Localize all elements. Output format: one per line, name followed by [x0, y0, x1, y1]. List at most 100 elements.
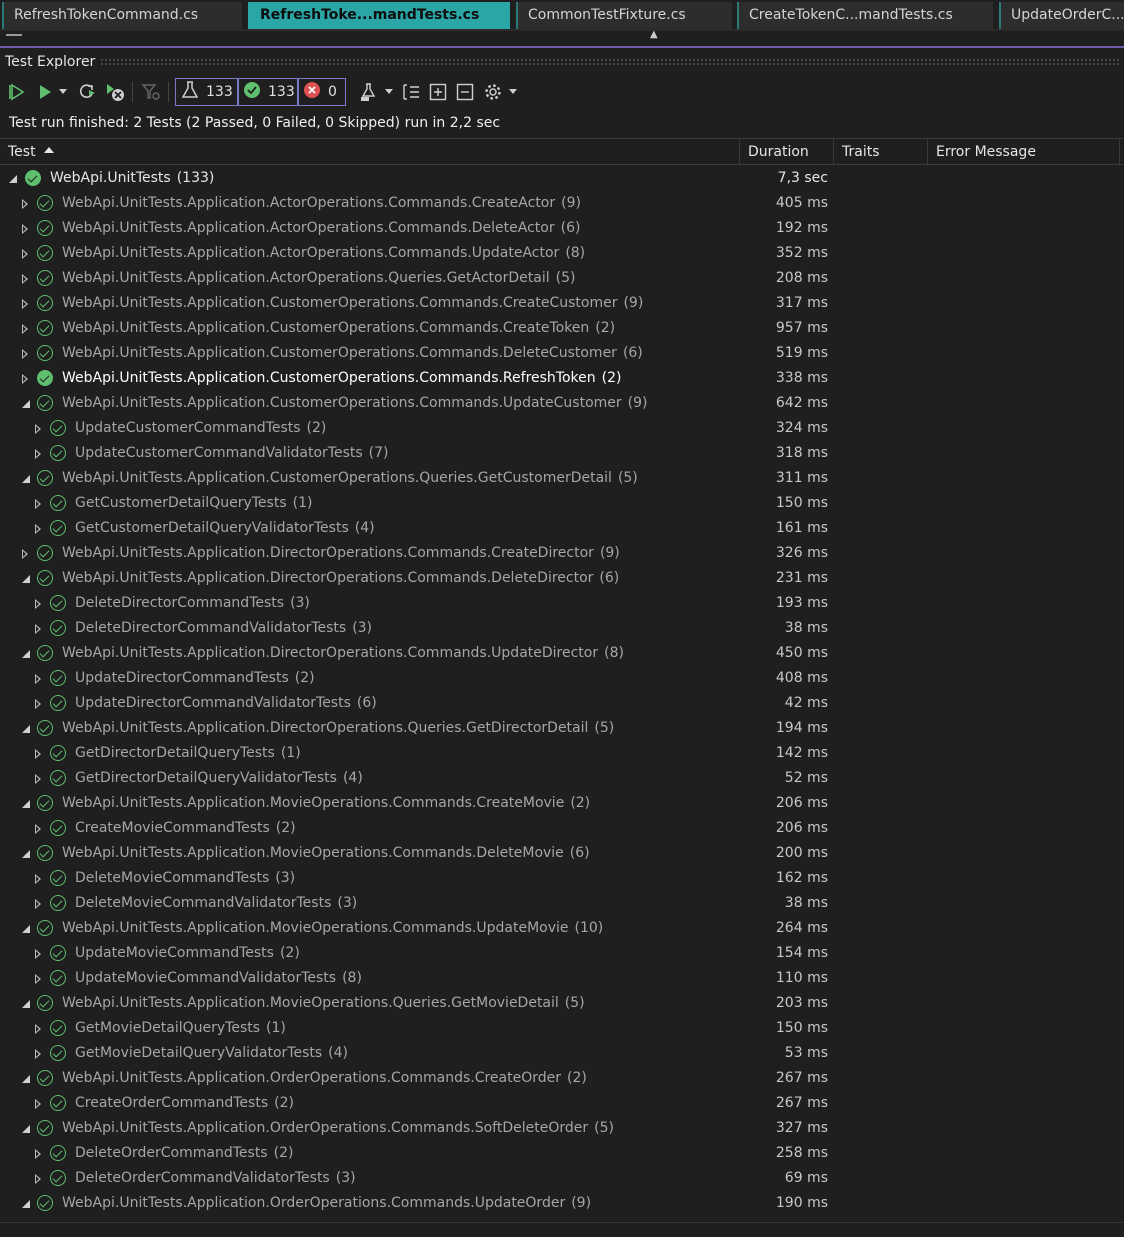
collapsed-arrow-icon[interactable] — [35, 974, 41, 984]
collapsed-arrow-icon[interactable] — [22, 324, 28, 334]
passed-tests-filter[interactable]: 133 — [237, 78, 299, 106]
collapsed-arrow-icon[interactable] — [35, 624, 41, 634]
expanded-arrow-icon[interactable] — [22, 650, 30, 658]
expanded-arrow-icon[interactable] — [22, 400, 30, 408]
expanded-arrow-icon[interactable] — [22, 1125, 30, 1133]
expanded-arrow-icon[interactable] — [22, 475, 30, 483]
test-tree-row[interactable]: DeleteDirectorCommandValidatorTests (3) 38… — [0, 616, 1124, 641]
test-tree-row[interactable]: WebApi.UnitTests.Application.CustomerOpe… — [0, 316, 1124, 341]
test-tree-row[interactable]: WebApi.UnitTests.Application.DirectorOpe… — [0, 716, 1124, 741]
test-tree-row[interactable]: WebApi.UnitTests.Application.ActorOperat… — [0, 266, 1124, 291]
test-tree-row[interactable]: WebApi.UnitTests.Application.ActorOperat… — [0, 216, 1124, 241]
collapsed-arrow-icon[interactable] — [22, 199, 28, 209]
expand-all-icon[interactable] — [427, 80, 449, 104]
test-tree-row[interactable]: UpdateMovieCommandTests (2) 154 ms — [0, 941, 1124, 966]
total-tests-filter[interactable]: 133 — [175, 78, 239, 106]
panel-drag-grip[interactable] — [100, 58, 1120, 66]
test-tree-row[interactable]: WebApi.UnitTests.Application.MovieOperat… — [0, 791, 1124, 816]
expanded-arrow-icon[interactable] — [22, 1000, 30, 1008]
dropdown-icon[interactable] — [506, 80, 520, 104]
collapsed-arrow-icon[interactable] — [35, 699, 41, 709]
test-tree-row[interactable]: WebApi.UnitTests.Application.DirectorOpe… — [0, 566, 1124, 591]
expanded-arrow-icon[interactable] — [22, 850, 30, 858]
chevron-up-icon[interactable]: ▲ — [650, 30, 664, 40]
test-tree-row[interactable]: UpdateCustomerCommandValidatorTests (7) 31… — [0, 441, 1124, 466]
collapsed-arrow-icon[interactable] — [35, 774, 41, 784]
test-tree-row[interactable]: UpdateMovieCommandValidatorTests (8) 110 m… — [0, 966, 1124, 991]
test-tree-row[interactable]: GetMovieDetailQueryTests (1) 150 ms — [0, 1016, 1124, 1041]
test-tree-row[interactable]: GetCustomerDetailQueryValidatorTests (4) 1… — [0, 516, 1124, 541]
test-tree-row[interactable]: DeleteMovieCommandTests (3) 162 ms — [0, 866, 1124, 891]
collapsed-arrow-icon[interactable] — [35, 899, 41, 909]
collapsed-arrow-icon[interactable] — [35, 674, 41, 684]
cancel-run-icon[interactable] — [104, 80, 126, 104]
test-tree-row[interactable]: DeleteDirectorCommandTests (3) 193 ms — [0, 591, 1124, 616]
test-tree-row[interactable]: WebApi.UnitTests (133) 7,3 sec — [0, 166, 1124, 191]
collapsed-arrow-icon[interactable] — [22, 299, 28, 309]
tab-refresh-token-command-tests[interactable]: RefreshToke...mandTests.cs — [248, 2, 510, 29]
test-tree-row[interactable]: WebApi.UnitTests.Application.CustomerOpe… — [0, 341, 1124, 366]
test-tree-row[interactable]: WebApi.UnitTests.Application.OrderOperat… — [0, 1066, 1124, 1091]
playlist-icon[interactable] — [358, 80, 380, 104]
collapsed-arrow-icon[interactable] — [35, 1149, 41, 1159]
collapsed-arrow-icon[interactable] — [22, 549, 28, 559]
test-tree-row[interactable]: UpdateDirectorCommandTests (2) 408 ms — [0, 666, 1124, 691]
test-tree-row[interactable]: WebApi.UnitTests.Application.OrderOperat… — [0, 1116, 1124, 1141]
collapsed-arrow-icon[interactable] — [35, 874, 41, 884]
test-tree-row[interactable]: WebApi.UnitTests.Application.MovieOperat… — [0, 841, 1124, 866]
collapsed-arrow-icon[interactable] — [35, 449, 41, 459]
collapsed-arrow-icon[interactable] — [35, 1024, 41, 1034]
column-header-error-message[interactable]: Error Message — [928, 139, 1120, 165]
collapsed-arrow-icon[interactable] — [35, 824, 41, 834]
settings-icon[interactable] — [482, 80, 504, 104]
group-by-icon[interactable] — [400, 80, 422, 104]
expanded-arrow-icon[interactable] — [22, 725, 30, 733]
collapsed-arrow-icon[interactable] — [22, 374, 28, 384]
test-tree-row[interactable]: WebApi.UnitTests.Application.CustomerOpe… — [0, 366, 1124, 391]
column-header-duration[interactable]: Duration — [740, 139, 834, 165]
expanded-arrow-icon[interactable] — [22, 1075, 30, 1083]
collapsed-arrow-icon[interactable] — [35, 599, 41, 609]
test-tree-row[interactable]: GetCustomerDetailQueryTests (1) 150 ms — [0, 491, 1124, 516]
dropdown-icon[interactable] — [382, 80, 396, 104]
collapsed-arrow-icon[interactable] — [35, 1174, 41, 1184]
expanded-arrow-icon[interactable] — [22, 575, 30, 583]
collapse-all-icon[interactable] — [454, 80, 476, 104]
expanded-arrow-icon[interactable] — [22, 800, 30, 808]
test-tree-row[interactable]: CreateMovieCommandTests (2) 206 ms — [0, 816, 1124, 841]
tab-common-test-fixture[interactable]: CommonTestFixture.cs — [516, 2, 732, 29]
run-icon[interactable] — [34, 80, 56, 104]
test-tree-row[interactable]: WebApi.UnitTests.Application.ActorOperat… — [0, 191, 1124, 216]
test-tree-row[interactable]: GetMovieDetailQueryValidatorTests (4) 53 m… — [0, 1041, 1124, 1066]
collapsed-arrow-icon[interactable] — [35, 524, 41, 534]
collapsed-arrow-icon[interactable] — [22, 249, 28, 259]
collapsed-arrow-icon[interactable] — [35, 499, 41, 509]
column-header-traits[interactable]: Traits — [834, 139, 928, 165]
tab-update-order-command[interactable]: UpdateOrderC...d — [999, 2, 1124, 29]
test-tree-row[interactable]: WebApi.UnitTests.Application.MovieOperat… — [0, 916, 1124, 941]
expanded-arrow-icon[interactable] — [22, 1200, 30, 1208]
run-all-icon[interactable] — [6, 80, 28, 104]
test-tree-row[interactable]: DeleteMovieCommandValidatorTests (3) 38 ms — [0, 891, 1124, 916]
collapsed-arrow-icon[interactable] — [35, 749, 41, 759]
tab-refresh-token-command[interactable]: RefreshTokenCommand.cs — [2, 2, 242, 29]
dropdown-icon[interactable] — [56, 80, 70, 104]
collapsed-arrow-icon[interactable] — [35, 1099, 41, 1109]
collapsed-arrow-icon[interactable] — [35, 1049, 41, 1059]
test-tree-row[interactable]: UpdateCustomerCommandTests (2) 324 ms — [0, 416, 1124, 441]
collapsed-arrow-icon[interactable] — [35, 949, 41, 959]
test-tree-row[interactable]: GetDirectorDetailQueryValidatorTests (4) 5… — [0, 766, 1124, 791]
collapsed-arrow-icon[interactable] — [22, 349, 28, 359]
test-tree-row[interactable]: CreateOrderCommandTests (2) 267 ms — [0, 1091, 1124, 1116]
test-tree-row[interactable]: WebApi.UnitTests.Application.CustomerOpe… — [0, 291, 1124, 316]
expanded-arrow-icon[interactable] — [9, 175, 17, 183]
test-tree-row[interactable]: DeleteOrderCommandValidatorTests (3) 69 ms — [0, 1166, 1124, 1191]
test-tree-row[interactable]: WebApi.UnitTests.Application.MovieOperat… — [0, 991, 1124, 1016]
test-tree-row[interactable]: DeleteOrderCommandTests (2) 258 ms — [0, 1141, 1124, 1166]
repeat-last-run-icon[interactable] — [76, 80, 98, 104]
test-tree-row[interactable]: UpdateDirectorCommandValidatorTests (6) 42… — [0, 691, 1124, 716]
expanded-arrow-icon[interactable] — [22, 925, 30, 933]
collapsed-arrow-icon[interactable] — [35, 424, 41, 434]
test-tree-row[interactable]: WebApi.UnitTests.Application.CustomerOpe… — [0, 466, 1124, 491]
column-header-test[interactable]: Test — [0, 139, 740, 165]
